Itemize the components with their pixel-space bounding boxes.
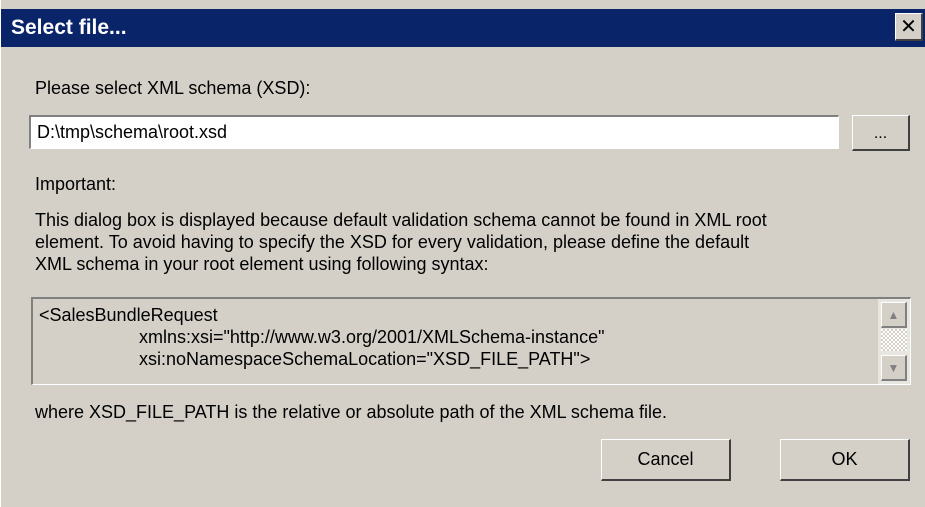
cancel-button-label: Cancel [637,449,694,469]
footer-note: where XSD_FILE_PATH is the relative or a… [35,402,667,422]
syntax-example-text: <SalesBundleRequest xmlns:xsi="http://ww… [39,304,604,370]
schema-path-input[interactable] [29,115,839,149]
schema-prompt-label: Please select XML schema (XSD): [35,78,311,98]
ok-button-label: OK [831,449,858,469]
code-line: <SalesBundleRequest [39,305,218,325]
arrow-down-icon: ▼ [887,360,900,375]
select-file-dialog: Select file... ✕ Please select XML schem… [0,0,925,507]
title-bar[interactable]: Select file... ✕ [1,9,925,47]
close-button[interactable]: ✕ [895,13,923,41]
dialog-title: Select file... [11,16,127,39]
close-icon: ✕ [900,15,917,38]
syntax-example-box[interactable]: <SalesBundleRequest xmlns:xsi="http://ww… [31,297,911,385]
code-line: xsi:noNamespaceSchemaLocation="XSD_FILE_… [139,349,591,369]
scroll-down-button[interactable]: ▼ [881,355,907,381]
browse-button[interactable]: ... [852,115,910,151]
important-heading: Important: [35,174,117,194]
code-line: xmlns:xsi="http://www.w3.org/2001/XMLSch… [139,327,605,347]
info-line: element. To avoid having to specify the … [35,232,750,252]
scroll-up-button[interactable]: ▲ [881,302,907,328]
cancel-button[interactable]: Cancel [601,439,731,481]
info-paragraph: This dialog box is displayed because def… [35,209,915,275]
arrow-up-icon: ▲ [887,307,900,322]
browse-button-label: ... [873,125,888,142]
scroll-track[interactable] [881,329,907,351]
ok-button[interactable]: OK [780,439,910,481]
vertical-scrollbar[interactable]: ▲ ▼ [878,299,910,384]
info-line: XML schema in your root element using fo… [35,254,489,274]
info-line: This dialog box is displayed because def… [35,210,767,230]
